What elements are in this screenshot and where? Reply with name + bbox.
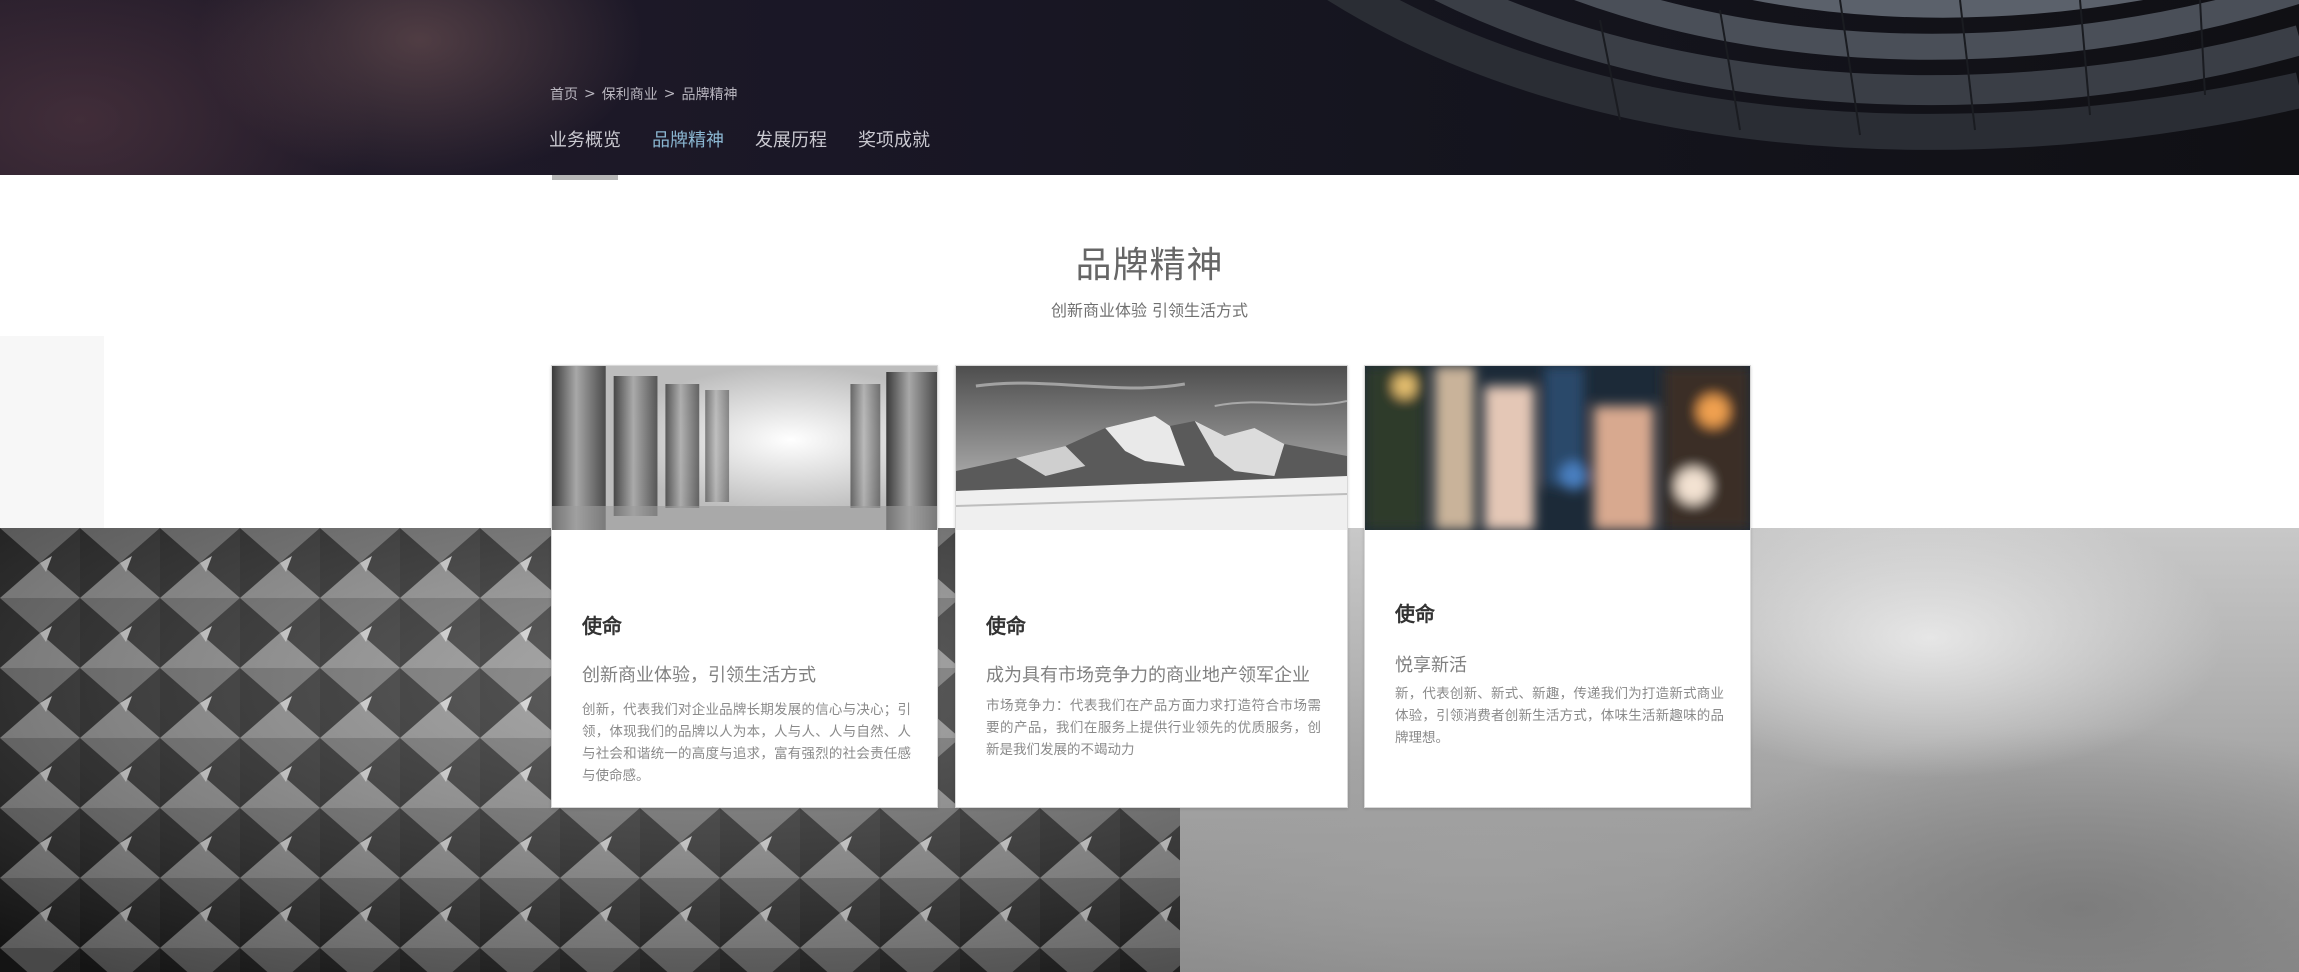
- card-content: 使命 成为具有市场竞争力的商业地产领军企业 市场竞争力：代表我们在产品方面力求打…: [986, 610, 1321, 761]
- card-description: 创新，代表我们对企业品牌长期发展的信心与决心；引领，体现我们的品牌以人为本，人与…: [582, 702, 911, 784]
- card-heading: 使命: [582, 614, 622, 638]
- background-strip: [0, 336, 104, 528]
- card-tagline: 悦享新活: [1395, 655, 1467, 676]
- active-tab-indicator: [552, 175, 618, 180]
- mountain-photo: [956, 366, 1347, 530]
- section-subtitle: 创新商业体验 引领生活方式: [1050, 301, 1249, 320]
- blurred-city-lights-photo: [1365, 366, 1750, 530]
- sub-nav-tabs: 业务概览 品牌精神 发展历程 奖项成就: [549, 126, 930, 152]
- brand-card-1: 使命 创新商业体验，引领生活方式 创新，代表我们对企业品牌长期发展的信心与决心；…: [551, 365, 938, 808]
- card-content: 使命 悦享新活 新，代表创新、新式、新趣，传递我们为打造新式商业体验，引领消费者…: [1395, 598, 1724, 749]
- card-heading: 使命: [986, 614, 1026, 638]
- breadcrumb-current: 品牌精神: [681, 87, 738, 103]
- card-content: 使命 创新商业体验，引领生活方式 创新，代表我们对企业品牌长期发展的信心与决心；…: [582, 610, 911, 787]
- section-title: 品牌精神: [1075, 245, 1224, 286]
- breadcrumb-poly-commerce-link[interactable]: 保利商业: [602, 84, 658, 104]
- breadcrumb-separator: >: [584, 86, 596, 102]
- tab-awards[interactable]: 奖项成就: [858, 126, 930, 152]
- banner-architecture-image: [1300, 0, 2299, 175]
- card-tagline: 成为具有市场竞争力的商业地产领军企业: [986, 665, 1310, 686]
- breadcrumb: 首页 > 保利商业 > 品牌精神: [550, 84, 737, 104]
- columns-photo: [552, 366, 937, 530]
- brand-card-3: 使命 悦享新活 新，代表创新、新式、新趣，传递我们为打造新式商业体验，引领消费者…: [1364, 365, 1751, 808]
- card-description: 新，代表创新、新式、新趣，传递我们为打造新式商业体验，引领消费者创新生活方式，体…: [1395, 686, 1724, 746]
- card-tagline: 创新商业体验，引领生活方式: [582, 665, 816, 686]
- breadcrumb-separator: >: [663, 86, 676, 102]
- page-banner: 首页 > 保利商业 > 品牌精神 业务概览 品牌精神 发展历程 奖项成就: [0, 0, 2299, 175]
- breadcrumb-home-link[interactable]: 首页: [550, 84, 578, 104]
- tab-brand-spirit[interactable]: 品牌精神: [652, 126, 724, 152]
- tab-business-overview[interactable]: 业务概览: [549, 126, 621, 152]
- brand-card-2: 使命 成为具有市场竞争力的商业地产领军企业 市场竞争力：代表我们在产品方面力求打…: [955, 365, 1348, 808]
- tab-development-history[interactable]: 发展历程: [755, 126, 827, 152]
- card-description: 市场竞争力：代表我们在产品方面力求打造符合市场需要的产品，我们在服务上提供行业领…: [986, 698, 1321, 758]
- card-heading: 使命: [1395, 602, 1435, 626]
